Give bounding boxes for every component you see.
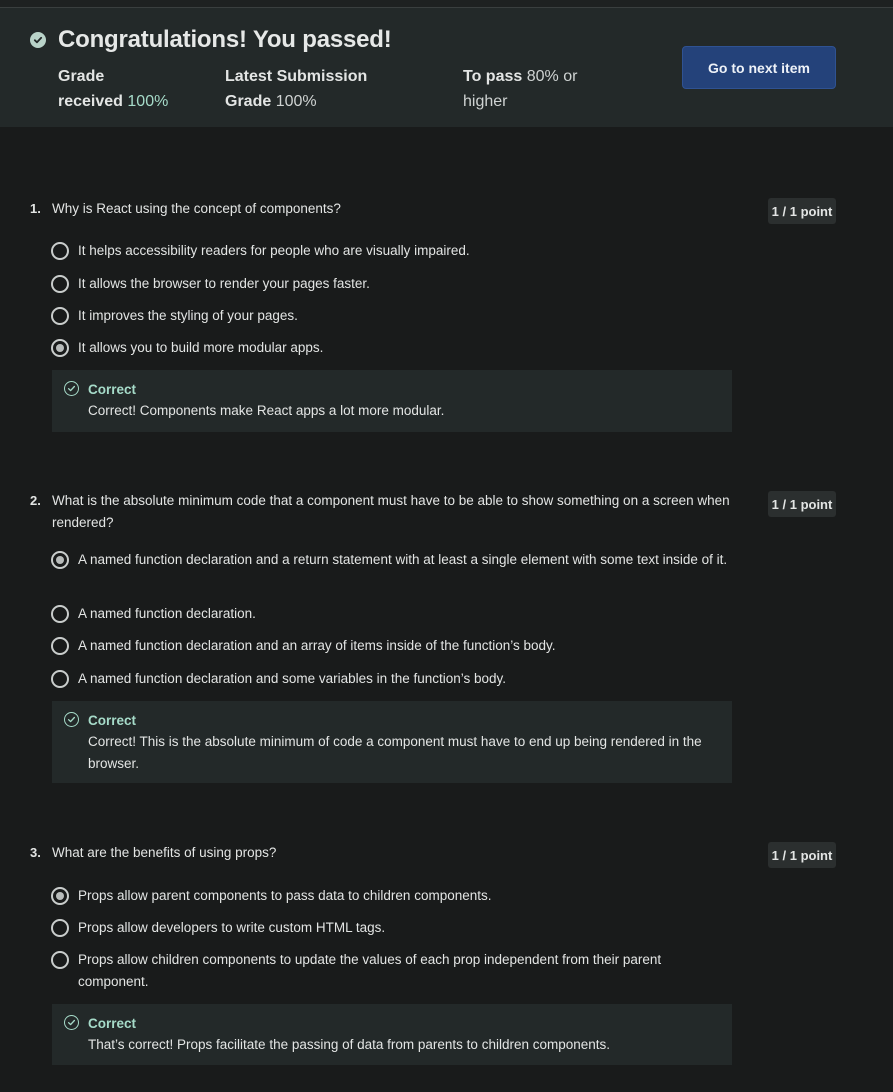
grade-label-line2: received bbox=[58, 93, 123, 110]
check-circle-outline-icon bbox=[64, 381, 79, 396]
question-text: What is the absolute minimum code that a… bbox=[52, 493, 730, 530]
feedback-box: Correct Correct! This is the absolute mi… bbox=[52, 701, 732, 783]
answer-option[interactable]: It allows the browser to render your pag… bbox=[51, 273, 741, 295]
radio-button[interactable] bbox=[51, 275, 69, 293]
option-label: Props allow developers to write custom H… bbox=[78, 920, 386, 935]
option-label: It improves the styling of your pages. bbox=[78, 308, 298, 323]
radio-button-selected[interactable] bbox=[51, 339, 69, 357]
to-pass-label: To pass bbox=[463, 68, 523, 85]
page-title: Congratulations! You passed! bbox=[58, 26, 392, 53]
answer-option[interactable]: It improves the styling of your pages. bbox=[51, 305, 741, 327]
option-label: Props allow parent components to pass da… bbox=[78, 888, 492, 903]
to-pass-value-line2: higher bbox=[463, 93, 508, 110]
grade-value: 100% bbox=[127, 93, 169, 110]
points-badge: 1 / 1 point bbox=[768, 198, 836, 224]
banner-title-row: Congratulations! You passed! bbox=[30, 26, 392, 54]
option-label: Props allow children components to updat… bbox=[78, 952, 662, 989]
points-badge: 1 / 1 point bbox=[768, 842, 836, 868]
check-circle-outline-icon bbox=[64, 712, 79, 727]
radio-button[interactable] bbox=[51, 951, 69, 969]
radio-button[interactable] bbox=[51, 605, 69, 623]
feedback-text: Correct! This is the absolute minimum of… bbox=[88, 734, 702, 771]
feedback-box: Correct Correct! Components make React a… bbox=[52, 370, 732, 432]
option-label: It allows you to build more modular apps… bbox=[78, 340, 324, 355]
answer-option[interactable]: Props allow children components to updat… bbox=[51, 949, 691, 993]
radio-button-selected[interactable] bbox=[51, 551, 69, 569]
option-label: A named function declaration and a retur… bbox=[78, 552, 728, 567]
option-label: A named function declaration and some va… bbox=[78, 671, 507, 686]
latest-label: Latest Submission bbox=[225, 68, 368, 85]
result-banner: Congratulations! You passed! Grade recei… bbox=[0, 8, 893, 127]
answer-option-selected[interactable]: It allows you to build more modular apps… bbox=[51, 337, 741, 359]
feedback-title: Correct bbox=[88, 382, 137, 397]
latest-submission-grade: Latest Submission Grade 100% bbox=[225, 64, 367, 114]
question-text: What are the benefits of using props? bbox=[52, 845, 277, 860]
radio-button-selected[interactable] bbox=[51, 887, 69, 905]
question-number: 3. bbox=[30, 845, 41, 860]
latest-label-line2: Grade bbox=[225, 93, 272, 110]
answer-option-selected[interactable]: Props allow parent components to pass da… bbox=[51, 885, 741, 907]
answer-option[interactable]: Props allow developers to write custom H… bbox=[51, 917, 741, 939]
option-label: It allows the browser to render your pag… bbox=[78, 276, 370, 291]
points-badge: 1 / 1 point bbox=[768, 491, 836, 517]
radio-button[interactable] bbox=[51, 307, 69, 325]
option-label: A named function declaration. bbox=[78, 606, 256, 621]
answer-option-selected[interactable]: A named function declaration and a retur… bbox=[51, 549, 731, 571]
radio-button[interactable] bbox=[51, 919, 69, 937]
answer-option[interactable]: A named function declaration and some va… bbox=[51, 668, 741, 690]
go-to-next-item-button[interactable]: Go to next item bbox=[682, 46, 836, 89]
question-text: Why is React using the concept of compon… bbox=[52, 201, 341, 216]
option-label: It helps accessibility readers for peopl… bbox=[78, 243, 470, 258]
radio-button[interactable] bbox=[51, 242, 69, 260]
top-divider bbox=[0, 0, 893, 8]
feedback-text: That’s correct! Props facilitate the pas… bbox=[88, 1037, 611, 1052]
grade-received: Grade received 100% bbox=[58, 64, 168, 114]
question-number: 2. bbox=[30, 493, 41, 508]
grade-label: Grade bbox=[58, 68, 105, 85]
to-pass-value: 80% or bbox=[526, 68, 578, 85]
answer-option[interactable]: A named function declaration and an arra… bbox=[51, 635, 741, 657]
radio-button[interactable] bbox=[51, 670, 69, 688]
feedback-box: Correct That’s correct! Props facilitate… bbox=[52, 1004, 732, 1065]
pass-threshold: To pass 80% or higher bbox=[463, 64, 577, 114]
feedback-text: Correct! Components make React apps a lo… bbox=[88, 403, 445, 418]
feedback-title: Correct bbox=[88, 713, 137, 728]
check-circle-outline-icon bbox=[64, 1015, 79, 1030]
radio-button[interactable] bbox=[51, 637, 69, 655]
answer-option[interactable]: It helps accessibility readers for peopl… bbox=[51, 240, 741, 262]
question-number: 1. bbox=[30, 201, 41, 216]
check-circle-icon bbox=[30, 32, 46, 48]
answer-option[interactable]: A named function declaration. bbox=[51, 603, 741, 625]
feedback-title: Correct bbox=[88, 1016, 137, 1031]
latest-value: 100% bbox=[275, 93, 317, 110]
option-label: A named function declaration and an arra… bbox=[78, 638, 556, 653]
